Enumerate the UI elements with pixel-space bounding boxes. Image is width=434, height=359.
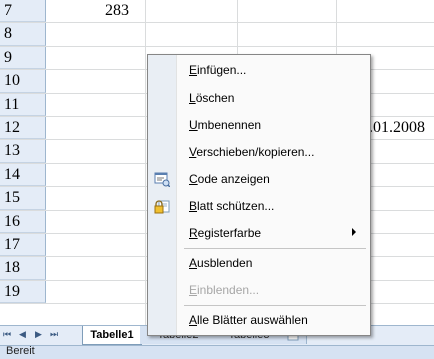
grid-row: 7 <box>0 0 434 24</box>
grid-row: 8 <box>0 23 434 47</box>
row-header[interactable]: 8 <box>0 23 46 46</box>
prev-sheet-icon[interactable]: ◀ <box>19 330 26 340</box>
menu-item-loeschen[interactable]: Löschen <box>148 86 370 111</box>
menu-item-registerfarbe[interactable]: Registerfarbe <box>148 221 370 246</box>
row-header[interactable]: 15 <box>0 187 46 210</box>
submenu-arrow-icon <box>352 228 356 236</box>
row-header[interactable]: 16 <box>0 210 46 233</box>
cell-value[interactable]: 283 <box>105 0 129 22</box>
menu-item-blatt-schuetzen[interactable]: Blatt schützen... <box>148 194 370 219</box>
menu-item-umbenennen[interactable]: Umbenennen <box>148 113 370 138</box>
menu-item-verschieben-kopieren[interactable]: Verschieben/kopieren... <box>148 140 370 165</box>
last-sheet-icon[interactable]: ⏭ <box>50 330 58 340</box>
menu-separator <box>184 248 366 249</box>
next-sheet-icon[interactable]: ▶ <box>35 330 42 340</box>
sheet-context-menu: Einfügen... Löschen Umbenennen Verschieb… <box>147 54 371 336</box>
row-header[interactable]: 9 <box>0 46 46 70</box>
menu-item-alle-blaetter-auswaehlen[interactable]: Alle Blätter auswählen <box>148 308 370 333</box>
row-header[interactable]: 11 <box>0 93 46 116</box>
row-header[interactable]: 19 <box>0 280 46 304</box>
row-header[interactable]: 13 <box>0 140 46 163</box>
row-header[interactable]: 18 <box>0 257 46 280</box>
first-sheet-icon[interactable]: ⏮ <box>3 330 11 340</box>
status-text: Bereit <box>6 345 35 357</box>
menu-item-einfuegen[interactable]: Einfügen... <box>148 58 370 83</box>
tab-tabelle1[interactable]: Tabelle1 <box>82 326 142 345</box>
row-header[interactable]: 12 <box>0 117 46 140</box>
view-code-icon <box>154 171 171 188</box>
row-header[interactable]: 10 <box>0 70 46 93</box>
menu-item-ausblenden[interactable]: Ausblenden <box>148 251 370 276</box>
protect-sheet-icon <box>154 198 170 214</box>
menu-item-code-anzeigen[interactable]: Code anzeigen <box>148 167 370 192</box>
row-header[interactable]: 14 <box>0 163 46 187</box>
menu-separator <box>184 305 366 306</box>
cell-date[interactable]: .01.2008 <box>369 117 425 139</box>
status-bar: Bereit <box>0 345 434 359</box>
menu-item-einblenden: Einblenden... <box>189 283 260 297</box>
row-header[interactable]: 7 <box>0 0 46 23</box>
row-header[interactable]: 17 <box>0 234 46 257</box>
